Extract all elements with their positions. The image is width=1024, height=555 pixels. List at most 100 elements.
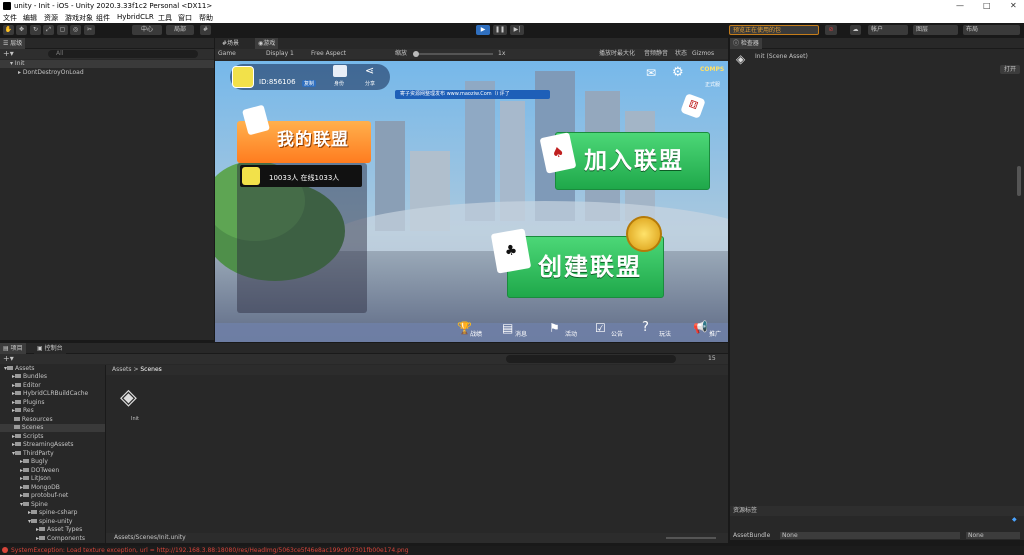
grid-icon[interactable]: # (200, 25, 211, 35)
notice-icon[interactable]: ☑ (595, 321, 606, 335)
avatar[interactable] (232, 66, 254, 88)
tab-console[interactable]: ▣ 控制台 (34, 343, 66, 354)
game-view[interactable]: ID:856106 复制 身份 ⋖ 分享 寄子资源网整理发布 www.maozi… (215, 61, 728, 342)
menu-component[interactable]: 组件 (96, 13, 110, 23)
hand-tool-icon[interactable]: ✋ (3, 25, 14, 35)
tree-item-assets[interactable]: ▾ Assets (4, 365, 35, 373)
icon-size-slider[interactable] (666, 537, 716, 539)
tree-item[interactable]: ▾ Spine (20, 501, 48, 509)
label-tag-icon[interactable]: ◆ (1012, 516, 1022, 524)
event-label[interactable]: 活动 (565, 329, 577, 338)
tree-divider[interactable] (105, 365, 106, 543)
tree-item[interactable]: ▾ ThirdParty (12, 450, 54, 458)
tree-item[interactable]: ▸ protobuf-net (20, 492, 68, 500)
play-button[interactable]: ▶ (476, 25, 490, 35)
scale-slider[interactable] (413, 53, 493, 55)
move-tool-icon[interactable]: ✥ (16, 25, 27, 35)
pause-button[interactable]: ❚❚ (493, 25, 507, 35)
tree-item[interactable]: ▸ Res (12, 407, 34, 415)
transform-tool-icon[interactable]: ◎ (70, 25, 81, 35)
asset-variant-dropdown[interactable]: None (966, 532, 1020, 539)
maximize-on-play-toggle[interactable]: 播放时最大化 (599, 49, 635, 59)
share-icon[interactable]: ⋖ (365, 64, 374, 77)
tree-item[interactable]: ▸ Asset Types (36, 526, 82, 534)
tree-item[interactable]: ▸ HybridCLRBuildCache (12, 390, 88, 398)
pivot-center-button[interactable]: 中心 (132, 25, 162, 35)
flag-icon[interactable]: ⚑ (549, 321, 560, 335)
announcement-label[interactable]: 公告 (611, 329, 623, 338)
close-button[interactable]: ✕ (1010, 1, 1017, 10)
tree-item[interactable]: ▸ Bundles (12, 373, 47, 381)
rotate-tool-icon[interactable]: ↻ (30, 25, 41, 35)
package-status-dropdown[interactable]: 预览正在使用的包 (729, 25, 819, 35)
tab-scene[interactable]: #场景 (219, 38, 243, 49)
display-dropdown[interactable]: Display 1 (266, 49, 294, 59)
tree-item[interactable]: ▸ Bugly (20, 458, 48, 466)
layout-dropdown[interactable]: 布局 (963, 25, 1020, 35)
message-icon[interactable]: ▤ (502, 321, 513, 335)
tree-item[interactable]: ▾ spine-unity (28, 518, 72, 526)
asset-bundle-dropdown[interactable]: None (780, 532, 960, 539)
status-bar[interactable]: SystemException: Load texture exception,… (0, 546, 1024, 555)
mute-audio-toggle[interactable]: 音频静音 (644, 49, 668, 59)
maximize-button[interactable]: □ (983, 1, 991, 10)
tree-item[interactable]: ▸ DOTween (20, 467, 59, 475)
tree-item[interactable]: ▸ MongoDB (20, 484, 60, 492)
tree-item[interactable]: ▸ Plugins (12, 399, 45, 407)
menu-assets[interactable]: 资源 (44, 13, 58, 23)
menu-help[interactable]: 帮助 (199, 13, 213, 23)
aspect-dropdown[interactable]: Free Aspect (311, 49, 346, 59)
promote-label[interactable]: 推广 (709, 329, 721, 338)
tree-item-selected[interactable]: Scenes (0, 424, 105, 432)
tree-item[interactable]: ▸ spine-csharp (28, 509, 77, 517)
help-icon[interactable]: ? (642, 320, 649, 335)
layers-dropdown[interactable]: 图层 (913, 25, 958, 35)
menu-gameobject[interactable]: 游戏对象 (65, 13, 93, 23)
tree-item[interactable]: Resources (12, 416, 53, 424)
menu-tools[interactable]: 工具 (158, 13, 172, 23)
menu-edit[interactable]: 编辑 (23, 13, 37, 23)
collab-icon[interactable]: ⊘ (825, 25, 837, 35)
menu-window[interactable]: 窗口 (178, 13, 192, 23)
gizmos-dropdown[interactable]: Gizmos (692, 49, 714, 59)
identity-icon[interactable] (333, 65, 347, 77)
add-icon[interactable]: +▾ (3, 49, 14, 58)
minimize-button[interactable]: — (956, 1, 964, 10)
menu-hybridclr[interactable]: HybridCLR (117, 13, 154, 21)
open-button[interactable]: 打开 (1000, 65, 1020, 74)
tab-inspector[interactable]: ⓘ 检查器 (730, 38, 762, 49)
copy-id-button[interactable]: 复制 (302, 80, 317, 87)
scale-tool-icon[interactable]: ⤢ (43, 25, 54, 35)
hierarchy-item-init[interactable]: ▾ Init (0, 60, 214, 68)
project-search-input[interactable] (506, 355, 676, 363)
gear-icon[interactable]: ⚙ (672, 65, 684, 80)
breadcrumb-root[interactable]: Assets (112, 366, 132, 373)
tab-hierarchy[interactable]: ☰ 层级 (0, 38, 26, 49)
tab-project[interactable]: ▤ 项目 (0, 343, 26, 354)
display-mode-dropdown[interactable]: Game (218, 49, 236, 59)
tree-item[interactable]: ▸ Editor (12, 382, 41, 390)
breadcrumb-leaf[interactable]: Scenes (140, 366, 161, 373)
promote-icon[interactable]: 📢 (693, 320, 708, 334)
add-icon[interactable]: +▾ (3, 354, 14, 363)
cloud-icon[interactable]: ☁ (850, 25, 861, 35)
inspector-scrollbar[interactable] (1017, 166, 1021, 196)
tab-game[interactable]: ◉游戏 (255, 38, 279, 49)
hierarchy-item-dontdestroy[interactable]: ▸ DontDestroyOnLoad (0, 69, 214, 77)
rect-tool-icon[interactable]: ▢ (57, 25, 68, 35)
hierarchy-search-input[interactable]: All (48, 50, 198, 58)
stats-toggle[interactable]: 状态 (675, 49, 687, 59)
step-button[interactable]: ▶| (510, 25, 524, 35)
menu-file[interactable]: 文件 (3, 13, 17, 23)
mail-icon[interactable]: ✉ (646, 66, 656, 80)
tree-item[interactable]: ▸ StreamingAssets (12, 441, 74, 449)
custom-tool-icon[interactable]: ✂ (84, 25, 95, 35)
record-label[interactable]: 战绩 (470, 329, 482, 338)
tree-item[interactable]: ▸ Scripts (12, 433, 44, 441)
tree-item[interactable]: ▸ Components (36, 535, 85, 543)
scale-slider-handle[interactable] (413, 51, 419, 57)
pivot-local-button[interactable]: 局部 (166, 25, 194, 35)
message-label[interactable]: 消息 (515, 329, 527, 338)
account-dropdown[interactable]: 帐户 (868, 25, 908, 35)
scene-asset-icon[interactable]: ◈ (120, 385, 137, 410)
